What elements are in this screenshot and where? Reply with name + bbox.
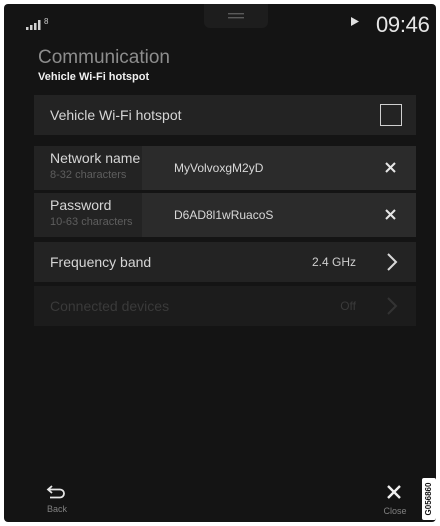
- password-row: Password 10-63 characters D6AD8l1wRuacoS: [34, 193, 416, 237]
- network-name-field[interactable]: MyVolvoxgM2yD: [142, 146, 416, 190]
- hotspot-toggle-label: Vehicle Wi-Fi hotspot: [50, 107, 182, 123]
- infotainment-screen: 8 09:46 Communication Vehicle Wi-Fi hots…: [4, 4, 436, 522]
- hotspot-checkbox[interactable]: [380, 104, 402, 126]
- page-title: Vehicle Wi-Fi hotspot: [38, 71, 150, 83]
- hotspot-toggle-row[interactable]: Vehicle Wi-Fi hotspot: [34, 95, 416, 135]
- frequency-band-value: 2.4 GHz: [311, 255, 356, 269]
- clear-network-name-icon[interactable]: [385, 162, 396, 173]
- back-button[interactable]: Back: [34, 482, 80, 520]
- back-label: Back: [46, 504, 67, 514]
- page-category: Communication: [38, 47, 170, 68]
- password-value: D6AD8l1wRuacoS: [174, 208, 274, 222]
- drag-handle-icon: [228, 13, 244, 19]
- network-name-label: Network name: [50, 150, 141, 166]
- frequency-band-row[interactable]: Frequency band 2.4 GHz: [34, 242, 416, 282]
- network-name-value: MyVolvoxgM2yD: [174, 161, 264, 175]
- network-name-hint: 8-32 characters: [50, 169, 127, 181]
- connected-devices-value: Off: [340, 299, 356, 313]
- status-bar: 8 09:46: [4, 4, 436, 44]
- close-icon: [387, 485, 401, 499]
- chevron-right-icon: [387, 253, 398, 271]
- signal-bars-icon: [26, 20, 41, 30]
- clock-time: 09:46: [376, 12, 430, 37]
- password-hint: 10-63 characters: [50, 216, 133, 228]
- back-arrow-icon: [46, 485, 65, 499]
- close-label: Close: [383, 506, 407, 516]
- image-reference-code-text: G056860: [424, 482, 433, 516]
- chevron-right-disabled-icon: [387, 297, 398, 315]
- status-badge: 8: [44, 17, 49, 26]
- frequency-band-label: Frequency band: [50, 254, 152, 270]
- password-label: Password: [50, 197, 112, 213]
- image-reference-code: G056860: [422, 478, 436, 520]
- close-button[interactable]: Close: [372, 480, 418, 520]
- network-name-row: Network name 8-32 characters MyVolvoxgM2…: [34, 146, 416, 190]
- clear-password-icon[interactable]: [385, 209, 396, 220]
- play-icon: [351, 17, 359, 26]
- connected-devices-row: Connected devices Off: [34, 286, 416, 326]
- connected-devices-label: Connected devices: [50, 298, 170, 314]
- password-field[interactable]: D6AD8l1wRuacoS: [142, 193, 416, 237]
- top-drag-handle[interactable]: [204, 4, 268, 28]
